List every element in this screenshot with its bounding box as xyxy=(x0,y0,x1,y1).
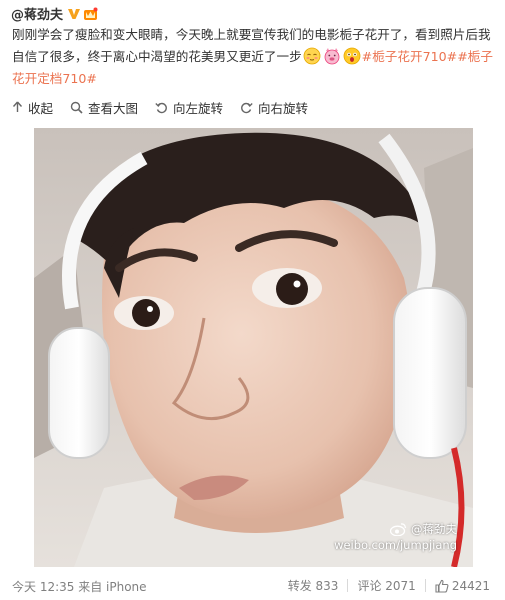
weibo-watermark: @蒋劲夫 weibo.com/jumpjiang xyxy=(334,521,457,553)
shocked-face-emoticon xyxy=(343,47,361,65)
rotate-right-label: 向右旋转 xyxy=(258,100,309,116)
like-count: 24421 xyxy=(451,578,490,593)
selfie-illustration xyxy=(34,128,473,567)
repost-button[interactable]: 转发 833 xyxy=(279,577,348,594)
view-large-label: 查看大图 xyxy=(88,100,139,116)
weibo-logo-icon xyxy=(390,523,407,536)
member-crown-icon[interactable] xyxy=(83,6,98,20)
rotate-right-icon xyxy=(241,102,253,113)
author-row: @蒋劲夫 xyxy=(11,4,98,23)
watermark-name: @蒋劲夫 xyxy=(411,522,457,536)
comment-button[interactable]: 评论 2071 xyxy=(348,577,424,594)
thumbs-up-icon xyxy=(435,579,449,593)
post-stats: 转发 833 评论 2071 24421 xyxy=(279,577,499,594)
repost-label: 转发 833 xyxy=(287,579,339,593)
post-photo[interactable]: @蒋劲夫 weibo.com/jumpjiang xyxy=(34,128,473,567)
image-actions: 收起 查看大图 向左旋转 向右旋转 xyxy=(12,97,325,117)
post-footer: 今天 12:35 来自 iPhone 转发 833 评论 2071 24421 xyxy=(0,574,505,598)
rotate-left-button[interactable]: 向左旋转 xyxy=(155,98,223,117)
collapse-button[interactable]: 收起 xyxy=(12,98,53,117)
collapse-arrow-icon xyxy=(12,101,23,112)
comment-label: 评论 2071 xyxy=(357,579,416,593)
verified-v-icon[interactable] xyxy=(67,6,81,20)
magnifier-icon xyxy=(70,101,83,114)
shy-face-emoticon xyxy=(303,47,321,65)
rotate-left-label: 向左旋转 xyxy=(173,100,224,116)
hashtag-link[interactable]: #栀子花开710# xyxy=(362,49,458,64)
like-button[interactable]: 24421 xyxy=(426,579,499,593)
watermark-url: weibo.com/jumpjiang xyxy=(334,538,457,552)
weibo-post: @蒋劲夫 刚刚学会了瘦脸和变大眼睛，今天晚上就要宣传我们的电影栀子花开了，看到照… xyxy=(0,0,505,600)
collapse-label: 收起 xyxy=(28,100,54,116)
post-time-source[interactable]: 今天 12:35 来自 iPhone xyxy=(12,578,147,595)
rotate-right-button[interactable]: 向右旋转 xyxy=(240,98,308,117)
pink-pig-emoticon xyxy=(323,47,341,65)
post-text: 刚刚学会了瘦脸和变大眼睛，今天晚上就要宣传我们的电影栀子花开了，看到照片后我自信… xyxy=(12,24,500,90)
rotate-left-icon xyxy=(155,102,167,113)
view-large-button[interactable]: 查看大图 xyxy=(70,98,138,117)
author-name[interactable]: @蒋劲夫 xyxy=(11,4,63,23)
